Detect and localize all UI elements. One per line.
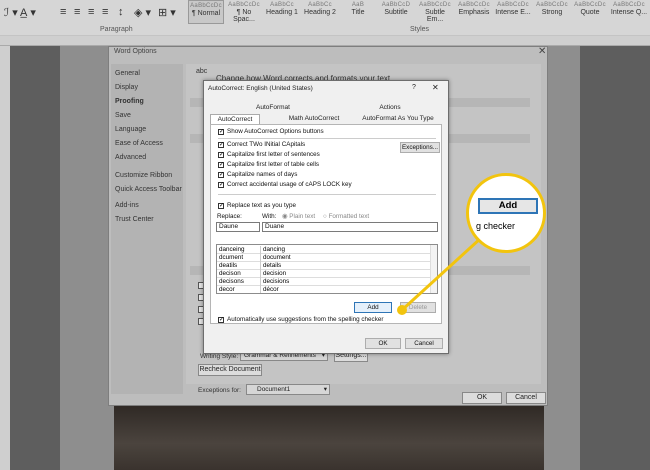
callout-magnifier: Add g checker [466, 173, 546, 253]
callout-line [400, 236, 483, 312]
zoomed-add-button: Add [478, 198, 538, 214]
callout-dot [397, 305, 407, 315]
zoomed-text: g checker [476, 221, 516, 231]
